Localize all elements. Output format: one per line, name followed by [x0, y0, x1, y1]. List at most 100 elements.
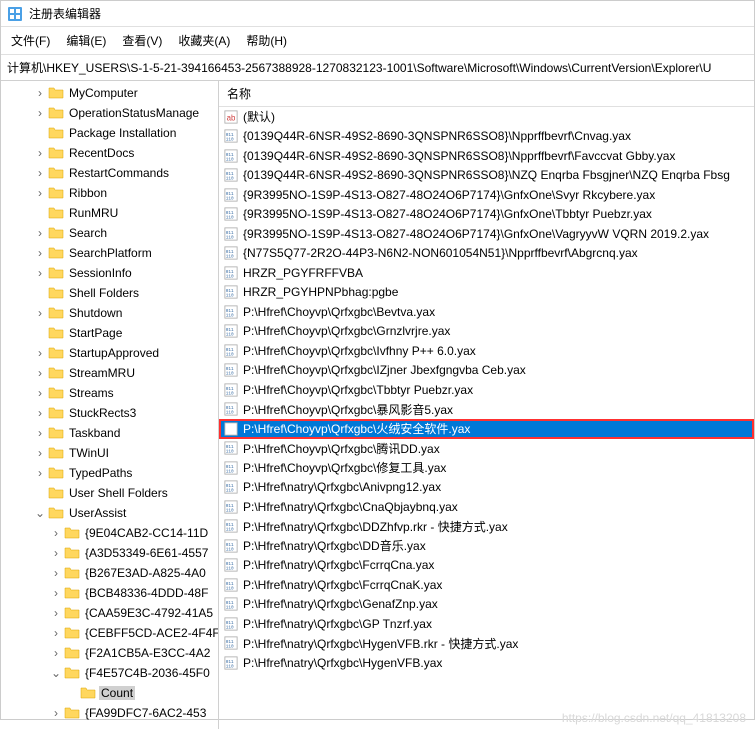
tree-item[interactable]: ›{F2A1CB5A-E3CC-4A2 — [1, 643, 218, 663]
chevron-down-icon[interactable]: ⌄ — [49, 666, 63, 680]
chevron-right-icon[interactable]: › — [33, 146, 47, 160]
tree-item[interactable]: › StreamMRU — [1, 363, 218, 383]
list-row[interactable]: 011110P:\Hfref\natry\Qrfxgbc\CnaQbjaybnq… — [219, 497, 754, 517]
tree-item[interactable]: Package Installation — [1, 123, 218, 143]
chevron-right-icon[interactable]: › — [33, 406, 47, 420]
tree-item[interactable]: ⌄UserAssist — [1, 503, 218, 523]
tree-item[interactable]: Count — [1, 683, 218, 703]
address-bar[interactable]: 计算机\HKEY_USERS\S-1-5-21-394166453-256738… — [1, 55, 754, 81]
chevron-down-icon[interactable]: ⌄ — [33, 506, 47, 520]
tree-item[interactable]: ›{CAA59E3C-4792-41A5 — [1, 603, 218, 623]
list-row[interactable]: 011110P:\Hfref\natry\Qrfxgbc\GP Tnzrf.ya… — [219, 614, 754, 634]
menu-edit[interactable]: 编辑(E) — [58, 29, 114, 52]
chevron-right-icon[interactable]: › — [33, 186, 47, 200]
tree-item[interactable]: ›TypedPaths — [1, 463, 218, 483]
chevron-right-icon[interactable]: › — [33, 366, 47, 380]
tree-item[interactable]: ›StuckRects3 — [1, 403, 218, 423]
menu-fav[interactable]: 收藏夹(A) — [170, 29, 238, 52]
list-row[interactable]: 011110P:\Hfref\natry\Qrfxgbc\FcrrqCnaK.y… — [219, 575, 754, 595]
column-header-name[interactable]: 名称 — [219, 81, 754, 107]
list-row[interactable]: 011110P:\Hfref\Choyvp\Qrfxgbc\Grnzlvrjre… — [219, 322, 754, 342]
list-row[interactable]: 011110P:\Hfref\Choyvp\Qrfxgbc\Bevtva.yax — [219, 302, 754, 322]
tree-pane[interactable]: ›MyComputer›OperationStatusManagePackage… — [1, 81, 219, 729]
list-row[interactable]: 011110{0139Q44R-6NSR-49S2-8690-3QNSPNR6S… — [219, 166, 754, 186]
list-pane[interactable]: 名称 ab(默认)011110{0139Q44R-6NSR-49S2-8690-… — [219, 81, 754, 729]
chevron-right-icon[interactable]: › — [33, 106, 47, 120]
list-row[interactable]: 011110P:\Hfref\Choyvp\Qrfxgbc\IZjner Jbe… — [219, 361, 754, 381]
list-row[interactable]: 011110P:\Hfref\natry\Qrfxgbc\FcrrqCna.ya… — [219, 556, 754, 576]
list-row[interactable]: 011110P:\Hfref\natry\Qrfxgbc\HygenVFB.ya… — [219, 653, 754, 673]
list-row[interactable]: 011110P:\Hfref\Choyvp\Qrfxgbc\暴风影音5.yax — [219, 400, 754, 420]
menu-file[interactable]: 文件(F) — [3, 29, 58, 52]
tree-item[interactable]: User Shell Folders — [1, 483, 218, 503]
chevron-right-icon[interactable]: › — [49, 626, 63, 640]
tree-item[interactable]: ›OperationStatusManage — [1, 103, 218, 123]
chevron-right-icon[interactable]: › — [33, 426, 47, 440]
list-row[interactable]: 011110P:\Hfref\natry\Qrfxgbc\DDZhfvp.rkr… — [219, 517, 754, 537]
list-row[interactable]: 011110{N77S5Q77-2R2O-44P3-N6N2-NON601054… — [219, 244, 754, 264]
tree-item[interactable]: ›{BCB48336-4DDD-48F — [1, 583, 218, 603]
chevron-right-icon[interactable]: › — [49, 606, 63, 620]
chevron-right-icon[interactable]: › — [33, 266, 47, 280]
chevron-right-icon[interactable]: › — [49, 586, 63, 600]
menu-view[interactable]: 查看(V) — [114, 29, 170, 52]
tree-item[interactable]: ›TWinUI — [1, 443, 218, 463]
chevron-right-icon[interactable]: › — [33, 386, 47, 400]
chevron-right-icon[interactable]: › — [49, 646, 63, 660]
tree-item[interactable]: ›{9E04CAB2-CC14-11D — [1, 523, 218, 543]
list-row[interactable]: 011110HRZR_PGYHPNPbhag:pgbe — [219, 283, 754, 303]
tree-item[interactable]: ⌄{F4E57C4B-2036-45F0 — [1, 663, 218, 683]
tree-item[interactable]: ›RecentDocs — [1, 143, 218, 163]
svg-text:110: 110 — [226, 664, 234, 669]
chevron-right-icon[interactable]: › — [33, 446, 47, 460]
tree-item[interactable]: ›RestartCommands — [1, 163, 218, 183]
menu-help[interactable]: 帮助(H) — [238, 29, 295, 52]
tree-item[interactable]: Shell Folders — [1, 283, 218, 303]
list-row[interactable]: 011110{9R3995NO-1S9P-4S13-O827-48O24O6P7… — [219, 205, 754, 225]
tree-item[interactable]: ›SessionInfo — [1, 263, 218, 283]
tree-item[interactable]: ›SearchPlatform — [1, 243, 218, 263]
tree-item[interactable]: ›MyComputer — [1, 83, 218, 103]
tree-item[interactable]: ›Streams — [1, 383, 218, 403]
tree-item[interactable]: StartPage — [1, 323, 218, 343]
chevron-right-icon[interactable]: › — [33, 346, 47, 360]
list-row[interactable]: 011110P:\Hfref\natry\Qrfxgbc\GenafZnp.ya… — [219, 595, 754, 615]
chevron-right-icon[interactable]: › — [33, 166, 47, 180]
list-row[interactable]: 011110{0139Q44R-6NSR-49S2-8690-3QNSPNR6S… — [219, 127, 754, 147]
tree-item[interactable]: ›{B267E3AD-A825-4A0 — [1, 563, 218, 583]
chevron-right-icon[interactable]: › — [49, 546, 63, 560]
list-row[interactable]: ab(默认) — [219, 107, 754, 127]
list-row[interactable]: 011110P:\Hfref\natry\Qrfxgbc\Anivpng12.y… — [219, 478, 754, 498]
tree-item[interactable]: ›Shutdown — [1, 303, 218, 323]
tree-item[interactable]: ›Ribbon — [1, 183, 218, 203]
tree-item[interactable]: RunMRU — [1, 203, 218, 223]
chevron-right-icon[interactable]: › — [33, 86, 47, 100]
list-row[interactable]: 011110P:\Hfref\Choyvp\Qrfxgbc\Tbbtyr Pue… — [219, 380, 754, 400]
list-row[interactable]: 011110P:\Hfref\natry\Qrfxgbc\DD音乐.yax — [219, 536, 754, 556]
list-row[interactable]: 011110P:\Hfref\Choyvp\Qrfxgbc\腾讯DD.yax — [219, 439, 754, 459]
chevron-right-icon[interactable]: › — [49, 526, 63, 540]
chevron-right-icon[interactable]: › — [33, 226, 47, 240]
tree-item[interactable]: ›{A3D53349-6E61-4557 — [1, 543, 218, 563]
chevron-right-icon[interactable]: › — [33, 246, 47, 260]
chevron-right-icon[interactable]: › — [33, 306, 47, 320]
tree-item[interactable]: ›{FA99DFC7-6AC2-453 — [1, 703, 218, 723]
list-row[interactable]: 011110{9R3995NO-1S9P-4S13-O827-48O24O6P7… — [219, 185, 754, 205]
list-row[interactable]: 011110HRZR_PGYFRFFVBA — [219, 263, 754, 283]
list-row[interactable]: 011110P:\Hfref\Choyvp\Qrfxgbc\Ivfhny P++… — [219, 341, 754, 361]
chevron-right-icon[interactable]: › — [49, 706, 63, 720]
tree-item-label: StreamMRU — [67, 366, 137, 380]
list-row[interactable]: 011110{0139Q44R-6NSR-49S2-8690-3QNSPNR6S… — [219, 146, 754, 166]
tree-item[interactable]: ›{CEBFF5CD-ACE2-4F4F — [1, 623, 218, 643]
tree-item[interactable]: ›StartupApproved — [1, 343, 218, 363]
reg-binary-icon: 011110 — [223, 557, 239, 573]
chevron-right-icon[interactable]: › — [49, 566, 63, 580]
value-name: P:\Hfref\Choyvp\Qrfxgbc\Tbbtyr Puebzr.ya… — [243, 383, 473, 397]
list-row[interactable]: 011110P:\Hfref\Choyvp\Qrfxgbc\修复工具.yax — [219, 458, 754, 478]
chevron-right-icon[interactable]: › — [33, 466, 47, 480]
list-row[interactable]: 011110P:\Hfref\Choyvp\Qrfxgbc\火绒安全软件.yax — [219, 419, 754, 439]
list-row[interactable]: 011110{9R3995NO-1S9P-4S13-O827-48O24O6P7… — [219, 224, 754, 244]
tree-item[interactable]: ›Taskband — [1, 423, 218, 443]
tree-item[interactable]: ›Search — [1, 223, 218, 243]
list-row[interactable]: 011110P:\Hfref\natry\Qrfxgbc\HygenVFB.rk… — [219, 634, 754, 654]
